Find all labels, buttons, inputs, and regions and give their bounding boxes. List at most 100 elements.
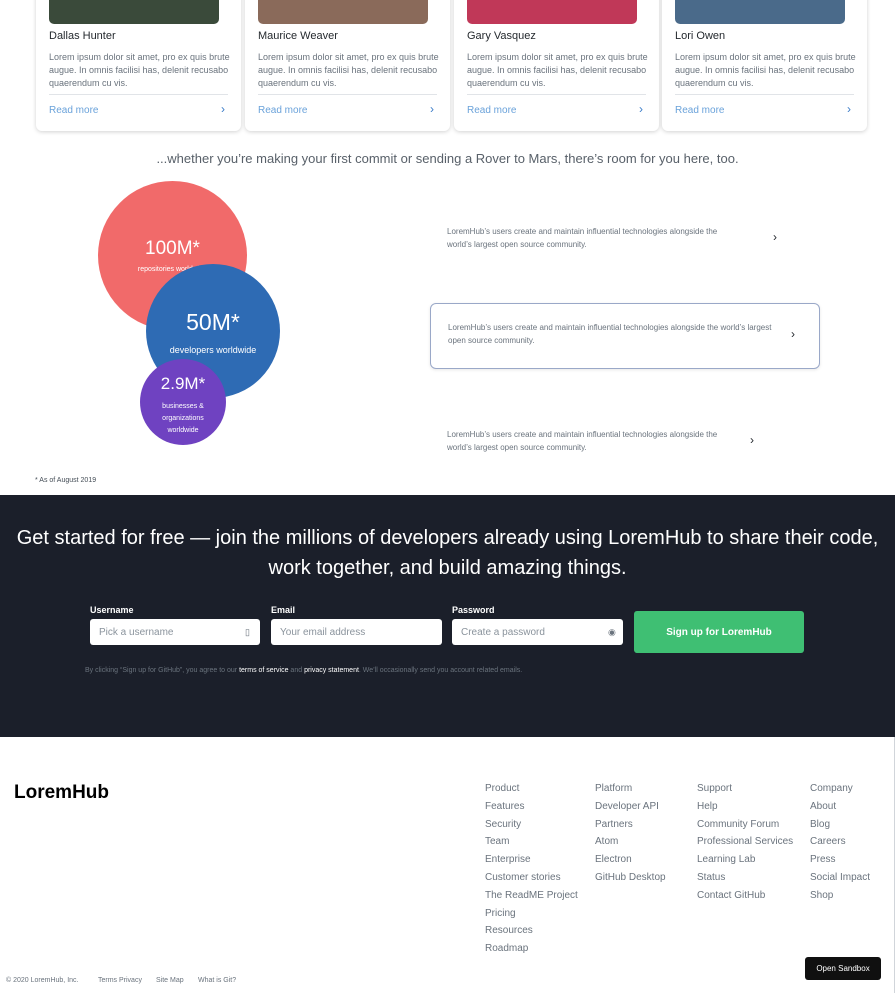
stat-label: businesses & organizations worldwide <box>162 403 204 434</box>
footer-link[interactable]: Enterprise <box>485 851 578 869</box>
footer-link[interactable]: Partners <box>595 816 666 834</box>
footer-link[interactable]: GitHub Desktop <box>595 869 666 887</box>
footer-link[interactable]: Electron <box>595 851 666 869</box>
footer-link[interactable]: Company <box>810 780 870 798</box>
card-divider <box>675 94 854 95</box>
stat-value: 50M* <box>186 309 240 335</box>
copyright: © 2020 LoremHub, Inc. <box>6 977 79 984</box>
stat-bubble-businesses: 2.9M* businesses & organizations worldwi… <box>140 359 226 445</box>
open-sandbox-button[interactable]: Open Sandbox <box>805 957 881 980</box>
team-card: Maurice Weaver Lorem ipsum dolor sit ame… <box>245 0 450 131</box>
card-divider <box>49 94 228 95</box>
feature-text: LoremHub’s users create and maintain inf… <box>447 430 718 452</box>
footer-link[interactable]: Blog <box>810 816 870 834</box>
password-input[interactable] <box>452 619 623 645</box>
team-photo <box>675 0 845 24</box>
footer-link[interactable]: Support <box>697 780 793 798</box>
tagline: ...whether you’re making your first comm… <box>156 151 739 166</box>
footer-link[interactable]: Shop <box>810 887 870 905</box>
feature-item-active[interactable]: LoremHub’s users create and maintain inf… <box>430 303 820 369</box>
footer-link[interactable]: Careers <box>810 833 870 851</box>
email-input[interactable] <box>271 619 442 645</box>
password-label: Password <box>452 605 495 615</box>
stat-value: 100M* <box>145 238 200 259</box>
username-group: Username ▯ <box>90 605 260 645</box>
footer-link[interactable]: Help <box>697 798 793 816</box>
email-label: Email <box>271 605 296 615</box>
read-more-link[interactable]: Read more <box>258 105 307 116</box>
team-card: Dallas Hunter Lorem ipsum dolor sit amet… <box>36 0 241 131</box>
team-card: Gary Vasquez Lorem ipsum dolor sit amet,… <box>454 0 659 131</box>
chevron-right-icon[interactable]: › <box>430 102 434 116</box>
chevron-right-icon: › <box>773 230 777 244</box>
card-divider <box>467 94 646 95</box>
footer-link[interactable]: Resources <box>485 922 578 940</box>
team-photo <box>467 0 637 24</box>
footer-column-product: Product Features Security Team Enterpris… <box>485 780 578 958</box>
legal-notice: By clicking “Sign up for GitHub”, you ag… <box>85 667 522 674</box>
footer-link[interactable]: Platform <box>595 780 666 798</box>
terms-link[interactable]: terms of service <box>239 667 288 674</box>
what-is-git-link[interactable]: What is Git? <box>198 977 236 984</box>
chevron-right-icon[interactable]: › <box>847 102 851 116</box>
key-icon: ◉ <box>608 627 616 637</box>
feature-text: LoremHub’s users create and maintain inf… <box>448 323 772 345</box>
stat-value: 2.9M* <box>160 374 206 393</box>
footer-link[interactable]: Pricing <box>485 905 578 923</box>
email-group: Email <box>271 605 442 645</box>
footer-link[interactable]: Customer stories <box>485 869 578 887</box>
footer-link[interactable]: Team <box>485 833 578 851</box>
signup-button[interactable]: Sign up for LoremHub <box>634 611 804 653</box>
team-name: Gary Vasquez <box>467 30 536 42</box>
footer-link[interactable]: Social Impact <box>810 869 870 887</box>
team-cards: Dallas Hunter Lorem ipsum dolor sit amet… <box>36 0 867 132</box>
feature-item[interactable]: LoremHub’s users create and maintain inf… <box>430 428 800 458</box>
footer-link[interactable]: Features <box>485 798 578 816</box>
footer-link[interactable]: About <box>810 798 870 816</box>
contact-card-icon: ▯ <box>245 627 250 637</box>
footer-link[interactable]: Status <box>697 869 793 887</box>
footer-logo[interactable]: LoremHub <box>14 782 109 804</box>
read-more-link[interactable]: Read more <box>49 105 98 116</box>
read-more-link[interactable]: Read more <box>467 105 516 116</box>
footer-link[interactable]: Learning Lab <box>697 851 793 869</box>
team-photo <box>258 0 428 24</box>
terms-privacy-link[interactable]: Terms Privacy <box>98 977 142 984</box>
team-name: Maurice Weaver <box>258 30 338 42</box>
footer-link[interactable]: Community Forum <box>697 816 793 834</box>
footer-link[interactable]: Press <box>810 851 870 869</box>
footer-link[interactable]: The ReadME Project <box>485 887 578 905</box>
card-divider <box>258 94 437 95</box>
footer-link[interactable]: Professional Services <box>697 833 793 851</box>
legal-text: . We’ll occasionally send you account re… <box>358 667 523 674</box>
footer-link[interactable]: Contact GitHub <box>697 887 793 905</box>
stat-label: developers worldwide <box>169 345 257 355</box>
team-bio: Lorem ipsum dolor sit amet, pro ex quis … <box>258 52 439 88</box>
chevron-right-icon: › <box>750 433 754 447</box>
footer-link[interactable]: Roadmap <box>485 940 578 958</box>
team-bio: Lorem ipsum dolor sit amet, pro ex quis … <box>467 52 648 88</box>
footer-link[interactable]: Atom <box>595 833 666 851</box>
feature-item[interactable]: LoremHub’s users create and maintain inf… <box>430 225 800 255</box>
username-input[interactable] <box>90 619 260 645</box>
read-more-link[interactable]: Read more <box>675 105 724 116</box>
chevron-right-icon[interactable]: › <box>639 102 643 116</box>
feature-text: LoremHub’s users create and maintain inf… <box>447 227 718 249</box>
chevron-right-icon: › <box>791 327 795 341</box>
signup-section: Get started for free — join the millions… <box>0 495 895 737</box>
footer-link[interactable]: Developer API <box>595 798 666 816</box>
footer-column-platform: Platform Developer API Partners Atom Ele… <box>595 780 666 887</box>
footer-link[interactable]: Security <box>485 816 578 834</box>
site-map-link[interactable]: Site Map <box>156 977 184 984</box>
team-name: Lori Owen <box>675 30 726 42</box>
stats-footnote: * As of August 2019 <box>35 477 97 484</box>
username-label: Username <box>90 605 134 615</box>
chevron-right-icon[interactable]: › <box>221 102 225 116</box>
team-bio: Lorem ipsum dolor sit amet, pro ex quis … <box>675 52 856 88</box>
team-bio: Lorem ipsum dolor sit amet, pro ex quis … <box>49 52 230 88</box>
team-card: Lori Owen Lorem ipsum dolor sit amet, pr… <box>662 0 867 131</box>
footer-link[interactable]: Product <box>485 780 578 798</box>
privacy-link[interactable]: privacy statement <box>304 667 359 674</box>
team-photo <box>49 0 219 24</box>
signup-headline: Get started for free — join the millions… <box>16 527 879 579</box>
